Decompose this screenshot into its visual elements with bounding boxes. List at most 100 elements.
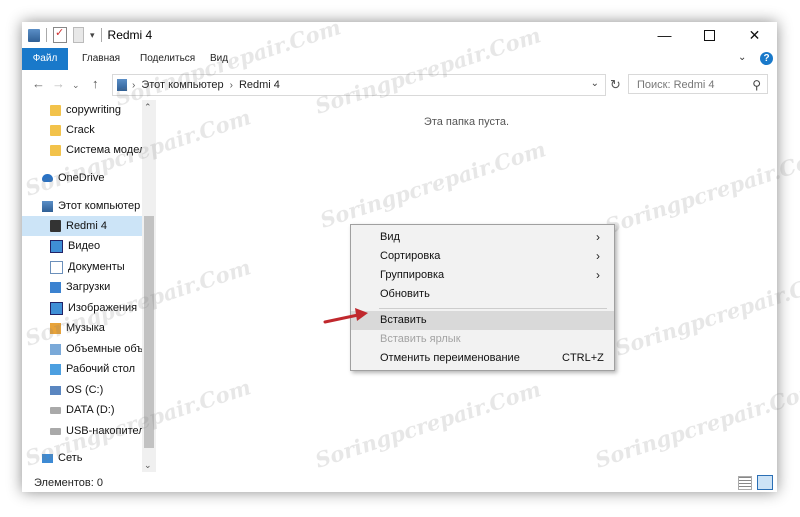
sidebar-item-label: copywriting: [66, 104, 122, 116]
window-title: Redmi 4: [107, 28, 153, 42]
menu-item-label: Вид: [380, 231, 400, 243]
music-icon: [50, 322, 61, 334]
navigation-bar: ← → ⌄ ↑ › Этот компьютер › Redmi 4 ⌄ ↻ П…: [22, 70, 777, 100]
properties-icon[interactable]: [53, 26, 67, 43]
documents-icon: [50, 260, 63, 274]
status-bar: Элементов: 0: [22, 472, 777, 492]
chevron-down-icon[interactable]: ⌄: [591, 78, 599, 89]
tab-view[interactable]: Вид: [210, 48, 228, 70]
customize-toolbar-icon[interactable]: ▾: [90, 30, 95, 41]
chevron-right-icon: ›: [596, 268, 600, 282]
chevron-right-icon[interactable]: ›: [132, 80, 135, 91]
sidebar-item-label: OS (C:): [66, 384, 104, 396]
usb-drive-icon: [50, 427, 61, 435]
chevron-right-icon[interactable]: ›: [230, 80, 233, 91]
empty-folder-message: Эта папка пуста.: [423, 116, 510, 128]
3d-objects-icon: [50, 343, 61, 355]
computer-icon: [42, 200, 53, 212]
menu-item-label: Вставить: [380, 314, 427, 326]
tab-file[interactable]: Файл: [22, 48, 68, 70]
menu-item-undo-rename[interactable]: Отменить переименование CTRL+Z: [351, 349, 614, 368]
sidebar-item-desktop[interactable]: Рабочий стол: [22, 359, 156, 379]
folder-icon: [50, 104, 61, 116]
sidebar-item-sistema[interactable]: Система модели: [22, 140, 156, 160]
sidebar-item-this-pc[interactable]: Этот компьютер: [22, 196, 156, 216]
toolbar-divider: [46, 28, 47, 42]
maximize-icon: [704, 29, 715, 41]
navigation-pane: copywriting Crack Система модели OneDriv…: [22, 100, 156, 472]
sidebar-item-label: Crack: [66, 124, 95, 136]
sidebar-item-onedrive[interactable]: OneDrive: [22, 168, 156, 188]
sidebar-item-copywriting[interactable]: copywriting: [22, 100, 156, 120]
help-icon[interactable]: ?: [760, 52, 773, 65]
minimize-icon: —: [657, 27, 672, 43]
title-bar: ▾ Redmi 4 — ✕: [22, 22, 777, 48]
sidebar-item-data-d[interactable]: DATA (D:): [22, 400, 156, 420]
chevron-right-icon: ›: [596, 249, 600, 263]
large-icons-view-icon[interactable]: [757, 475, 773, 490]
menu-item-shortcut: CTRL+Z: [562, 352, 604, 364]
red-arrow-icon: [323, 308, 368, 324]
back-arrow-icon[interactable]: ←: [32, 76, 45, 91]
phone-icon: [50, 220, 61, 232]
sidebar-item-os-c[interactable]: OS (C:): [22, 380, 156, 400]
sidebar-item-label: Redmi 4: [66, 220, 107, 232]
ribbon-tabs: Файл Главная Поделиться Вид ⌄ ?: [22, 48, 777, 71]
desktop-icon: [50, 363, 61, 375]
sidebar-item-3d-objects[interactable]: Объемные объекты: [22, 339, 156, 359]
sidebar-item-label: Система модели: [66, 144, 152, 156]
search-icon[interactable]: ⚲: [752, 75, 761, 95]
network-icon: [42, 453, 53, 463]
details-view-icon[interactable]: [738, 476, 752, 490]
sidebar-item-label: Этот компьютер: [58, 200, 141, 212]
chevron-down-icon[interactable]: ⌄: [144, 460, 152, 471]
recent-locations-icon[interactable]: ⌄: [72, 80, 80, 91]
sidebar-item-label: Загрузки: [66, 281, 111, 293]
sidebar-item-crack[interactable]: Crack: [22, 120, 156, 140]
expand-ribbon-icon[interactable]: ⌄: [738, 52, 746, 63]
address-bar[interactable]: › Этот компьютер › Redmi 4 ⌄: [112, 74, 606, 96]
sidebar-item-pictures[interactable]: Изображения: [22, 298, 156, 318]
os-drive-icon: [50, 385, 61, 395]
sidebar-item-documents[interactable]: Документы: [22, 257, 156, 277]
folder-icon: [50, 144, 61, 156]
search-placeholder: Поиск: Redmi 4: [637, 79, 715, 91]
sidebar-item-video[interactable]: Видео: [22, 236, 156, 256]
sidebar-item-label: DATA (D:): [66, 404, 115, 416]
chevron-up-icon[interactable]: ⌃: [144, 102, 152, 113]
menu-item-label: Группировка: [380, 269, 445, 281]
tab-share[interactable]: Поделиться: [140, 48, 195, 70]
sidebar-item-network[interactable]: Сеть: [22, 448, 156, 468]
sidebar-item-redmi-4[interactable]: Redmi 4: [22, 216, 156, 236]
new-folder-icon[interactable]: [73, 27, 84, 43]
minimize-button[interactable]: —: [642, 22, 687, 48]
search-input[interactable]: Поиск: Redmi 4 ⚲: [628, 74, 768, 94]
menu-item-group[interactable]: Группировка ›: [351, 266, 614, 285]
sidebar-item-label: Видео: [68, 240, 101, 252]
menu-item-paste-shortcut: Вставить ярлык: [351, 330, 614, 349]
menu-item-view[interactable]: Вид ›: [351, 228, 614, 247]
sidebar-scrollbar[interactable]: ⌃ ⌄: [142, 100, 156, 472]
up-arrow-icon[interactable]: ↑: [92, 76, 99, 91]
pictures-icon: [50, 301, 63, 315]
forward-arrow-icon[interactable]: →: [52, 76, 65, 91]
sidebar-item-label: OneDrive: [58, 172, 105, 184]
menu-item-sort[interactable]: Сортировка ›: [351, 247, 614, 266]
maximize-button[interactable]: [687, 22, 732, 48]
chevron-right-icon: ›: [596, 230, 600, 244]
close-button[interactable]: ✕: [732, 22, 777, 48]
sidebar-item-downloads[interactable]: Загрузки: [22, 277, 156, 297]
sidebar-item-label: Рабочий стол: [66, 363, 136, 375]
refresh-icon[interactable]: ↻: [610, 77, 621, 93]
menu-item-paste[interactable]: Вставить: [351, 311, 614, 330]
sidebar-item-usb[interactable]: USB-накопитель: [22, 421, 156, 441]
menu-item-refresh[interactable]: Обновить: [351, 285, 614, 304]
tab-home[interactable]: Главная: [82, 48, 120, 70]
breadcrumb-redmi[interactable]: Redmi 4: [239, 79, 280, 91]
sidebar-item-label: Музыка: [66, 322, 105, 334]
scrollbar-thumb[interactable]: [144, 216, 154, 448]
context-menu: Вид › Сортировка › Группировка › Обновить В…: [350, 224, 615, 371]
sidebar-item-music[interactable]: Музыка: [22, 318, 156, 338]
menu-item-label: Сортировка: [380, 250, 441, 262]
breadcrumb-this-pc[interactable]: Этот компьютер: [141, 79, 223, 91]
